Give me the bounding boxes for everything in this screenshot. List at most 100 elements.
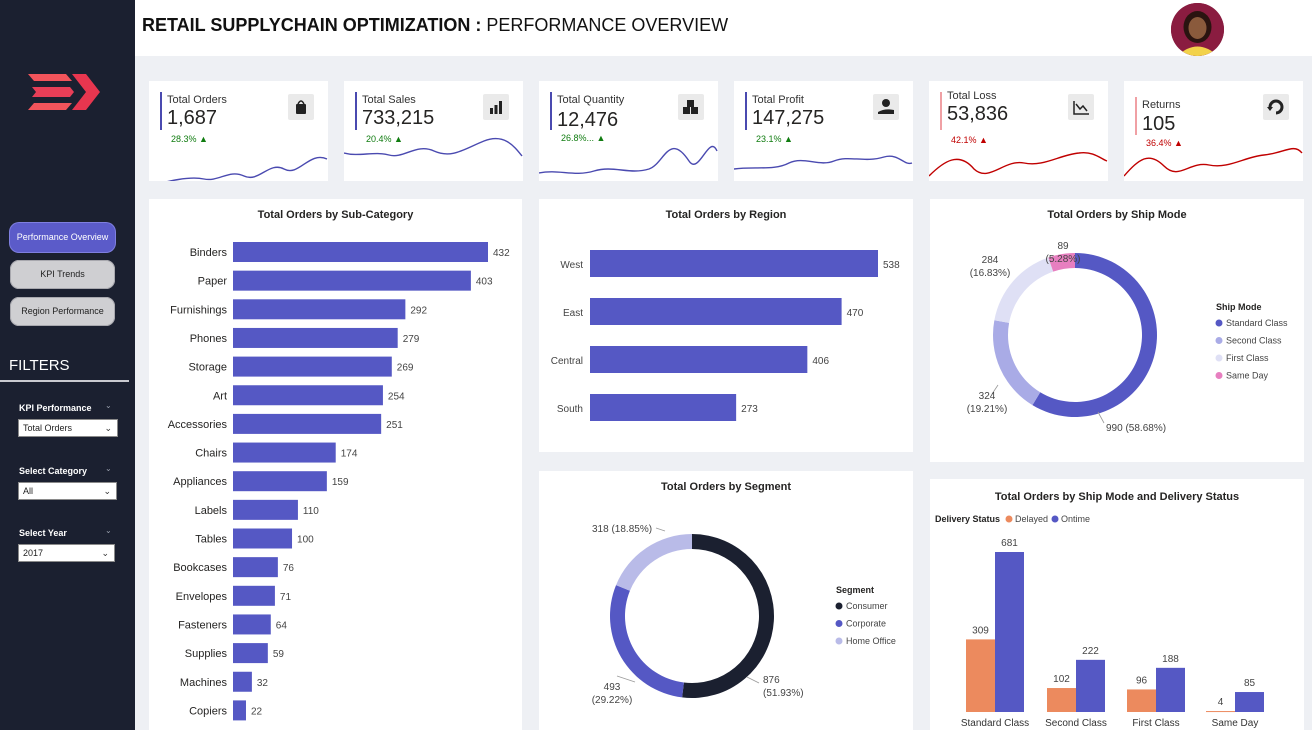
filter-category-value: All [23,486,34,496]
tick-label: Art [213,390,227,402]
bar[interactable] [233,270,471,291]
legend-entry[interactable]: Same Day [1226,371,1269,381]
subcategory-bar-chart: Binders 432 Paper 403 Furnishings 292 Phones 27… [168,242,510,721]
legend-entry[interactable]: First Class [1226,353,1269,363]
nav-performance-overview[interactable]: Performance Overview [10,223,115,252]
data-label: 324 [979,391,996,402]
legend-marker [835,602,843,610]
tick-label: Storage [188,362,227,374]
donut-slice[interactable] [682,534,774,698]
filter-year-label: Select Year [19,528,67,538]
bar[interactable] [233,614,271,635]
bar[interactable] [233,643,268,664]
legend-title: Segment [836,585,874,595]
bar[interactable] [590,298,842,325]
kpi-card-total-quantity[interactable]: Total Quantity 12,476 26.8%... ▲ [539,81,718,181]
segment-panel: Total Orders by Segment 876 (51.93%) 493 (2… [539,471,913,730]
filters-heading: FILTERS [9,357,70,374]
bar[interactable] [1047,688,1076,712]
shipmode-donut-chart: 990 (58.68%) 324 (19.21%) 284 (16.83%) 89 (5.2… [967,241,1288,434]
kpi-card-total-sales[interactable]: Total Sales 733,215 20.4% ▲ [344,81,523,181]
tick-label: Phones [190,333,228,345]
legend-marker [1051,515,1059,523]
bar[interactable] [233,385,383,406]
donut-slice[interactable] [610,585,684,698]
bar[interactable] [590,346,808,373]
bar[interactable] [233,471,327,492]
nav-region-performance[interactable]: Region Performance [10,297,115,326]
filter-kpi-select[interactable]: Total Orders ⌄ [18,419,118,437]
kpi-sparkline [539,145,718,174]
legend-entry[interactable]: Delayed [1015,514,1048,524]
kpi-sparkline [344,137,523,157]
bar[interactable] [233,413,382,434]
page-title-rest: PERFORMANCE OVERVIEW [486,15,729,35]
bar[interactable] [233,499,298,520]
donut-slice[interactable] [616,534,692,591]
legend-entry[interactable]: Ontime [1061,514,1090,524]
tick-label: Supplies [185,648,228,660]
data-label: 59 [273,649,285,660]
nav-kpi-trends[interactable]: KPI Trends [10,260,115,289]
donut-slice[interactable] [1032,253,1157,417]
legend-marker [835,620,843,627]
bar[interactable] [233,671,252,692]
bar[interactable] [995,552,1024,712]
bar[interactable] [233,442,336,463]
bar[interactable] [233,242,488,262]
kpi-card-returns[interactable]: Returns 105 36.4% ▲ [1124,81,1303,181]
kpi-card-total-profit[interactable]: Total Profit 147,275 23.1% ▲ [734,81,913,181]
filters-divider [0,380,129,382]
kpi-card-total-orders[interactable]: Total Orders 1,687 28.3% ▲ [149,81,328,181]
data-label: 403 [476,277,493,288]
bar[interactable] [233,299,406,320]
legend-entry[interactable]: Second Class [1226,336,1282,346]
segment-donut-chart: 876 (51.93%) 493 (29.22%) 318 (18.85%) Segmen… [592,524,896,706]
bar[interactable] [590,250,878,277]
bar[interactable] [1206,711,1235,713]
bar[interactable] [233,356,392,377]
legend-title: Ship Mode [1216,302,1262,312]
bar[interactable] [1127,689,1156,712]
bar[interactable] [1076,659,1105,712]
legend-entry[interactable]: Home Office [846,636,896,646]
data-label: 292 [410,305,427,316]
data-label: 279 [403,334,420,345]
avatar[interactable] [1171,3,1224,56]
legend-entry[interactable]: Consumer [846,601,888,611]
kpi-card-total-loss[interactable]: Total Loss 53,836 42.1% ▲ [929,81,1108,181]
tick-label: South [557,404,583,415]
shipstatus-bar-chart: Delivery Status Delayed Ontime 309 681 Standa… [935,514,1264,729]
bar[interactable] [233,327,398,348]
bar[interactable] [233,528,293,549]
tick-label: Same Day [1212,718,1259,729]
tick-label: Central [551,356,583,367]
donut-slice[interactable] [993,320,1041,406]
bar[interactable] [590,394,737,421]
chevron-down-icon[interactable]: ⌄ [105,464,112,473]
chevron-down-icon[interactable]: ⌄ [105,401,112,410]
data-label: (16.83%) [970,268,1011,279]
tick-label: Envelopes [176,591,228,603]
filter-category-select[interactable]: All ⌄ [18,482,117,500]
legend-marker [1215,337,1223,344]
bar[interactable] [1156,667,1185,712]
chevron-down-icon[interactable]: ⌄ [105,526,112,535]
bar[interactable] [233,585,275,606]
bar[interactable] [966,639,995,712]
bar[interactable] [233,700,246,721]
shipstatus-panel: Total Orders by Ship Mode and Delivery S… [930,479,1304,730]
legend-entry[interactable]: Standard Class [1226,318,1288,328]
data-label: 110 [303,506,319,517]
data-label: (19.21%) [967,404,1008,415]
data-label: (5.28%) [1045,254,1080,265]
legend-entry[interactable]: Corporate [846,619,886,629]
bar[interactable] [233,557,278,578]
page-title-bold: RETAIL SUPPLYCHAIN OPTIMIZATION : [142,15,482,35]
data-label: 22 [251,706,263,717]
filter-year-select[interactable]: 2017 ⌄ [18,544,115,562]
tick-label: Binders [190,247,228,259]
legend-marker [1215,319,1223,327]
sidebar: Performance Overview KPI Trends Region P… [0,0,135,730]
bar[interactable] [1235,692,1264,712]
